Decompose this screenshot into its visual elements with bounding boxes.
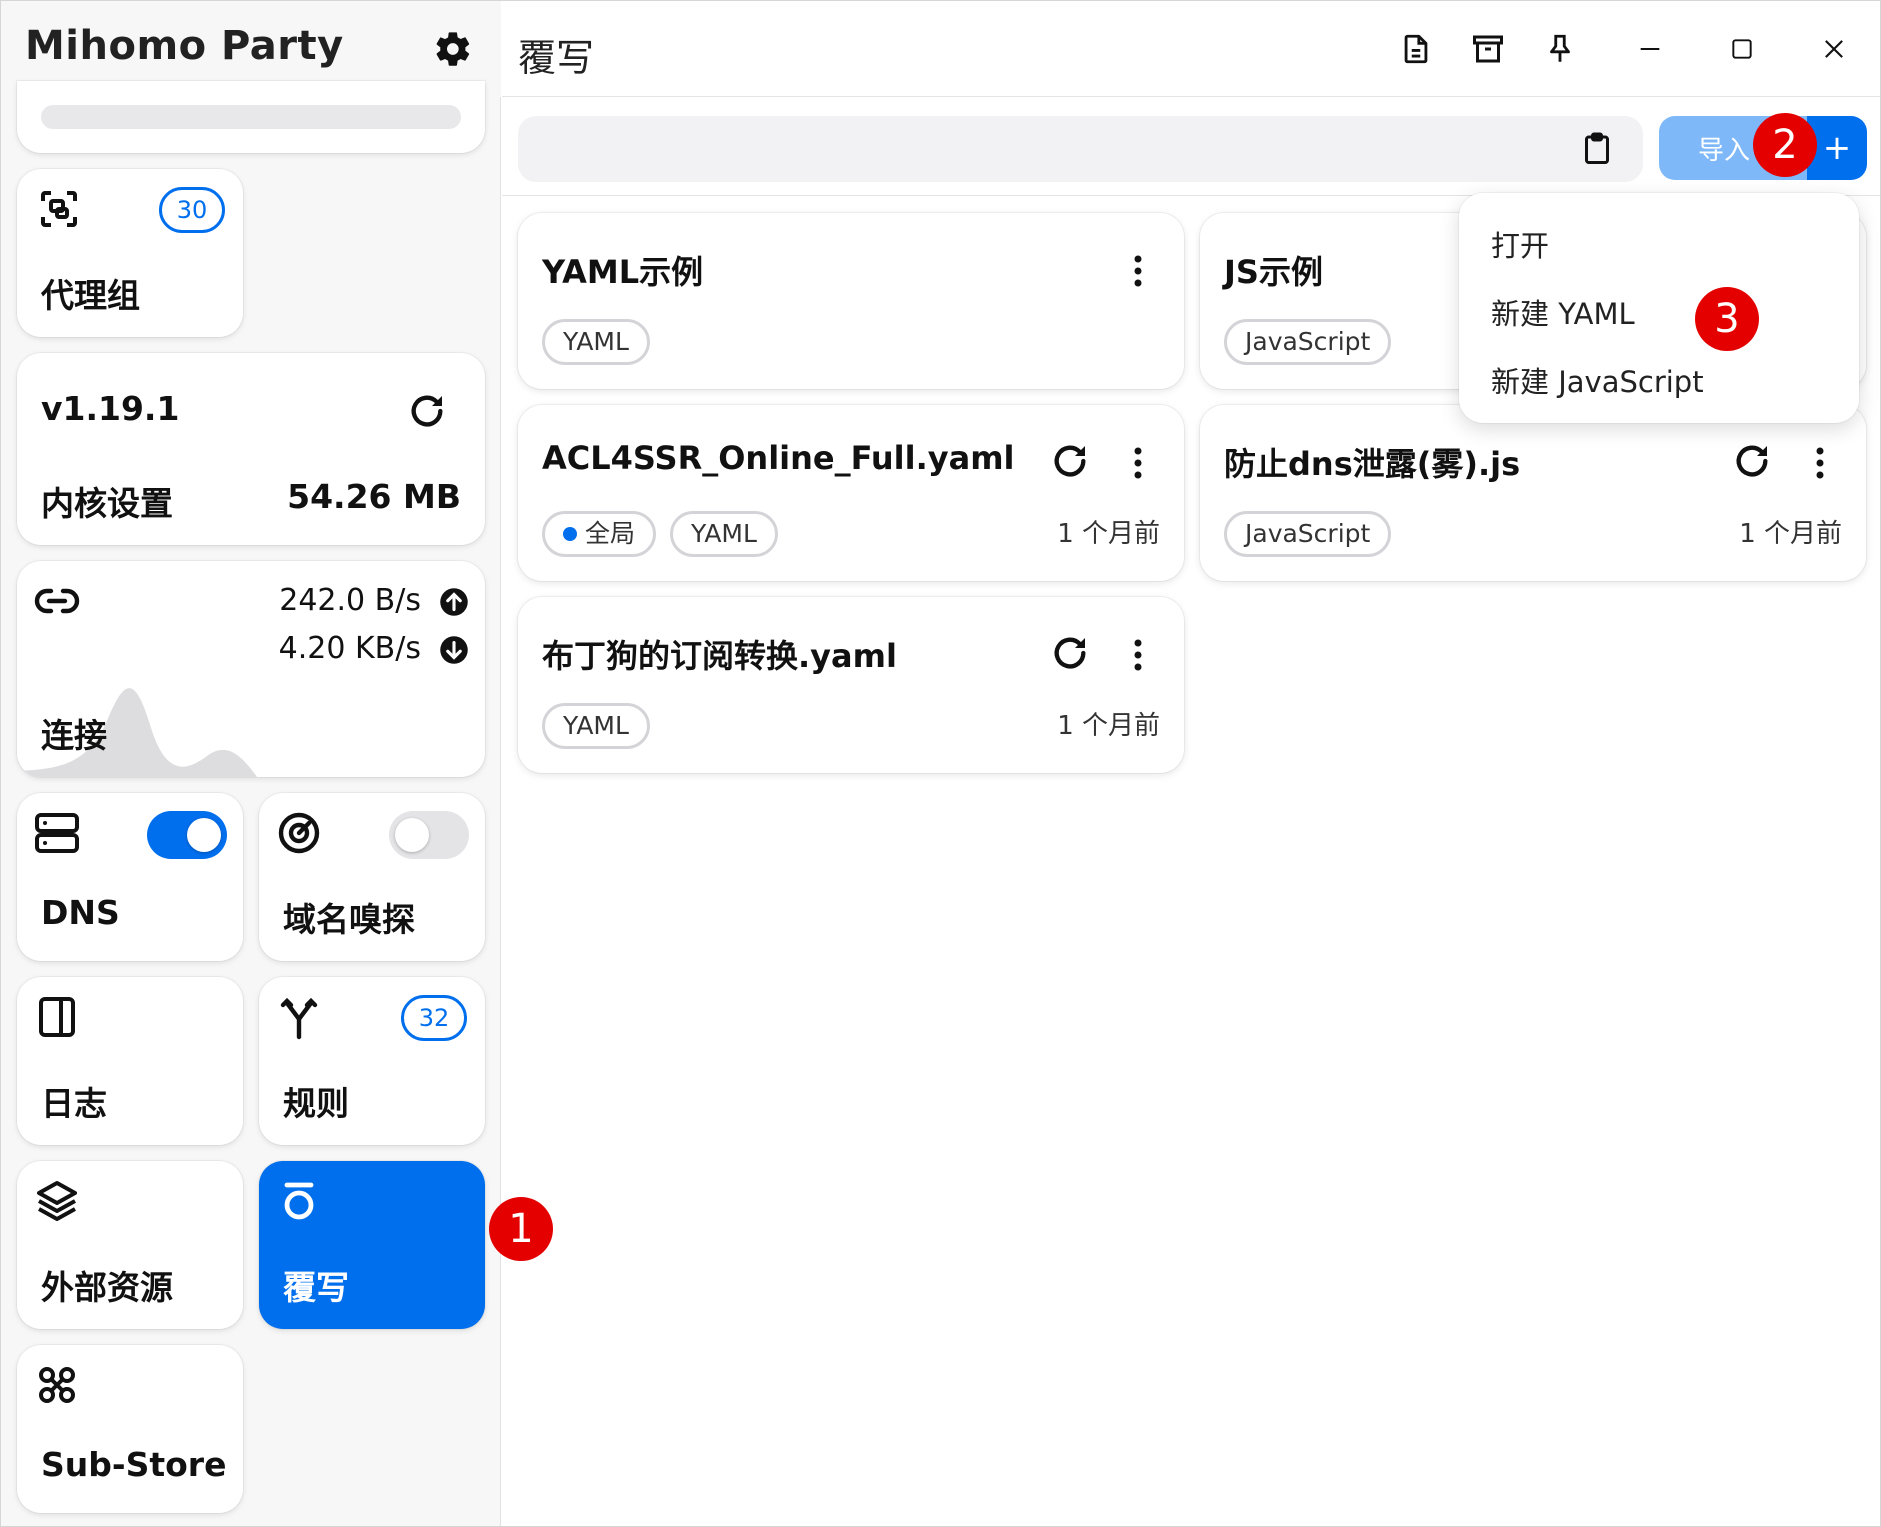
type-chip: YAML	[670, 511, 778, 557]
document-icon[interactable]	[1392, 25, 1440, 73]
sniffer-card[interactable]: 域名嗅探	[259, 793, 485, 961]
core-version: v1.19.1	[41, 389, 180, 428]
maximize-icon[interactable]	[1718, 25, 1766, 73]
upload-speed: 242.0 B/s	[279, 583, 421, 618]
profile-title: ACL4SSR_Online_Full.yaml	[542, 439, 1015, 477]
app-title: Mihomo Party	[25, 23, 344, 69]
connections-card[interactable]: 242.0 B/s 4.20 KB/s 连接	[17, 561, 485, 777]
close-icon[interactable]	[1810, 25, 1858, 73]
profile-card[interactable]: 布丁狗的订阅转换.yaml YAML 1 个月前	[518, 597, 1184, 773]
layers-icon	[37, 1181, 77, 1221]
more-options-icon[interactable]	[1798, 441, 1842, 485]
more-options-icon[interactable]	[1116, 249, 1160, 293]
link-icon	[34, 588, 80, 614]
sidebar: Mihomo Party 30 代理组 v1.19.1 内核设置 54.26 M…	[1, 1, 501, 1526]
app-window: Mihomo Party 30 代理组 v1.19.1 内核设置 54.26 M…	[0, 0, 1881, 1527]
mode-card-partial[interactable]	[17, 81, 485, 153]
logs-label: 日志	[41, 1084, 107, 1123]
dns-toggle[interactable]	[147, 811, 227, 859]
page-title: 覆写	[518, 36, 595, 80]
type-chip: JavaScript	[1224, 511, 1392, 557]
rules-card[interactable]: 32 规则	[259, 977, 485, 1145]
menu-item-new-javascript[interactable]: 新建 JavaScript	[1491, 359, 1704, 401]
updated-time: 1 个月前	[1057, 519, 1160, 549]
core-memory: 54.26 MB	[287, 477, 461, 516]
titlebar: 覆写	[502, 1, 1880, 97]
connections-label: 连接	[41, 716, 107, 755]
proxy-group-icon	[41, 191, 77, 227]
dns-label: DNS	[41, 893, 120, 932]
refresh-icon[interactable]	[1048, 439, 1092, 483]
minimize-icon[interactable]	[1626, 25, 1674, 73]
step-marker-1: 1	[489, 1197, 553, 1261]
dns-card[interactable]: DNS	[17, 793, 243, 961]
substore-card[interactable]: Sub-Store	[17, 1345, 243, 1513]
add-dropdown-menu: 打开 新建 YAML 新建 JavaScript	[1459, 193, 1859, 423]
profile-title: YAML示例	[542, 253, 704, 291]
resources-label: 外部资源	[41, 1268, 173, 1307]
cross-knot-icon	[39, 1367, 75, 1403]
radar-icon	[278, 812, 320, 854]
menu-item-open[interactable]: 打开	[1491, 223, 1549, 265]
profile-card[interactable]: ACL4SSR_Online_Full.yaml 全局 YAML 1 个月前	[518, 405, 1184, 581]
override-toolbar: 导入 +	[502, 98, 1880, 196]
type-chip: YAML	[542, 703, 650, 749]
archive-icon[interactable]	[1464, 25, 1512, 73]
status-dot	[563, 527, 577, 541]
override-label: 覆写	[283, 1268, 349, 1307]
proxy-groups-label: 代理组	[41, 276, 140, 315]
logs-card[interactable]: 日志	[17, 977, 243, 1145]
global-chip: 全局	[542, 511, 657, 557]
profile-title: 防止dns泄露(雾).js	[1224, 445, 1521, 483]
rules-count-badge: 32	[401, 995, 467, 1041]
sidebar-panel-icon	[39, 997, 75, 1037]
core-settings-label: 内核设置	[41, 484, 173, 523]
global-chip-label: 全局	[585, 519, 636, 548]
clipboard-icon[interactable]	[1572, 124, 1622, 174]
pin-icon[interactable]	[1536, 25, 1584, 73]
restart-core-icon[interactable]	[405, 389, 449, 433]
url-input[interactable]	[518, 116, 1643, 182]
refresh-icon[interactable]	[1730, 439, 1774, 483]
mode-segment-bar[interactable]	[41, 105, 461, 129]
updated-time: 1 个月前	[1057, 711, 1160, 741]
override-icon	[284, 1182, 314, 1220]
step-marker-2: 2	[1753, 113, 1817, 177]
download-speed: 4.20 KB/s	[278, 631, 421, 666]
override-card[interactable]: 覆写	[259, 1161, 485, 1329]
profile-card[interactable]: YAML示例 YAML	[518, 213, 1184, 389]
upload-arrow-icon	[440, 588, 468, 616]
step-marker-3: 3	[1695, 287, 1759, 351]
resources-card[interactable]: 外部资源	[17, 1161, 243, 1329]
updated-time: 1 个月前	[1739, 519, 1842, 549]
type-chip: YAML	[542, 319, 650, 365]
server-icon	[35, 813, 79, 853]
fork-icon	[280, 997, 318, 1040]
profile-title: JS示例	[1224, 253, 1323, 291]
more-options-icon[interactable]	[1116, 441, 1160, 485]
sniffer-toggle[interactable]	[389, 811, 469, 859]
menu-item-new-yaml[interactable]: 新建 YAML	[1491, 291, 1635, 333]
core-settings-card[interactable]: v1.19.1 内核设置 54.26 MB	[17, 353, 485, 545]
settings-gear-icon[interactable]	[431, 27, 475, 71]
type-chip: JavaScript	[1224, 319, 1392, 365]
substore-label: Sub-Store	[41, 1445, 227, 1484]
profile-title: 布丁狗的订阅转换.yaml	[542, 637, 897, 675]
rules-label: 规则	[283, 1084, 349, 1123]
download-arrow-icon	[440, 636, 468, 664]
more-options-icon[interactable]	[1116, 633, 1160, 677]
proxy-groups-card[interactable]: 30 代理组	[17, 169, 243, 337]
sniffer-label: 域名嗅探	[283, 900, 415, 939]
profile-card[interactable]: 防止dns泄露(雾).js JavaScript 1 个月前	[1200, 405, 1866, 581]
proxy-count-badge: 30	[159, 187, 225, 233]
refresh-icon[interactable]	[1048, 631, 1092, 675]
